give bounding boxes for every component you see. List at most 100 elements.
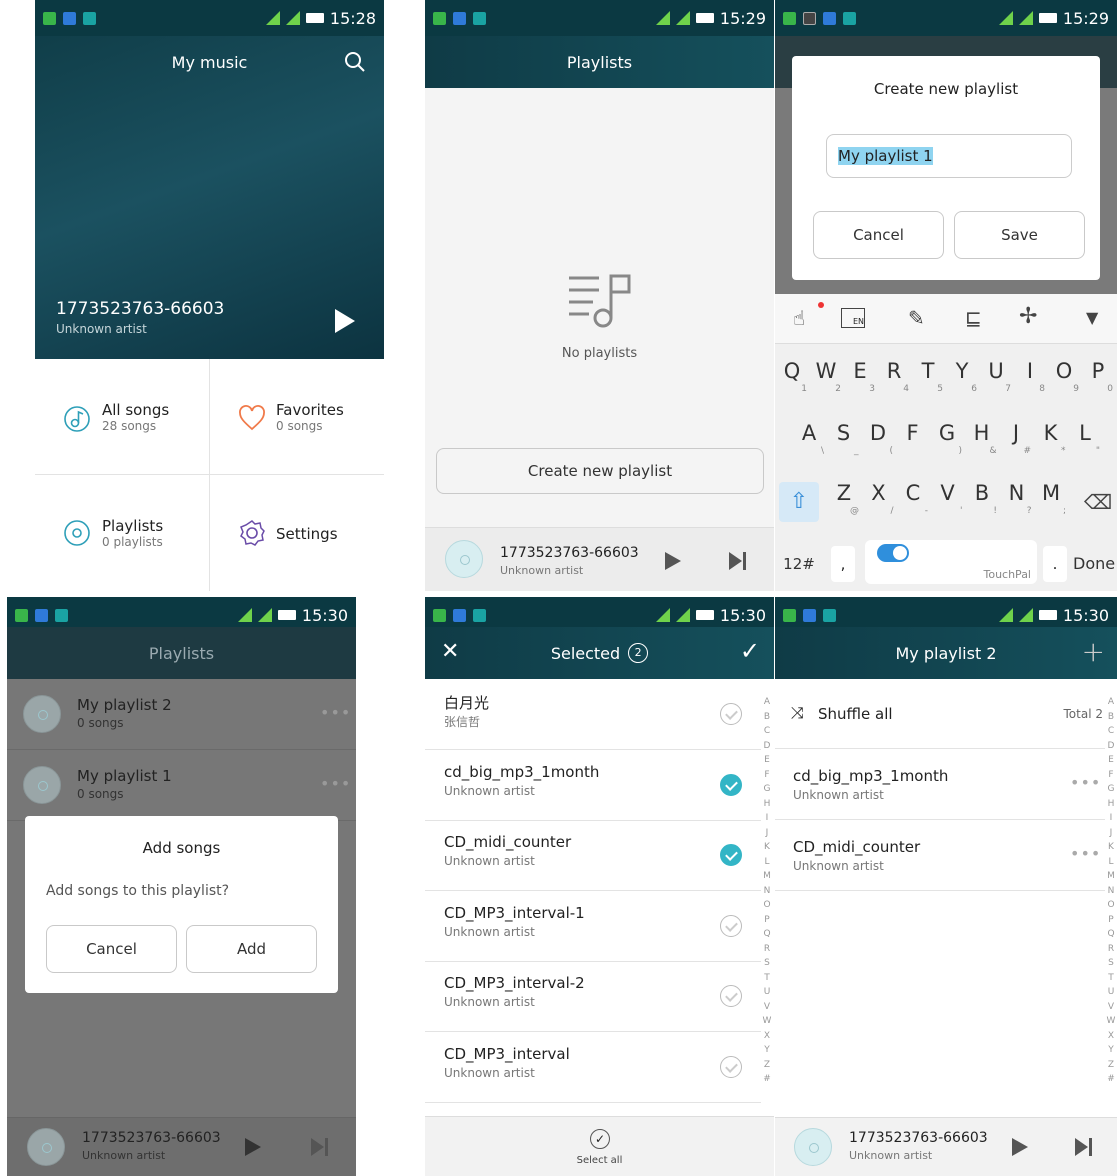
key-r[interactable]: R4 <box>879 352 909 396</box>
index-letter[interactable]: F <box>1105 770 1117 781</box>
index-letter[interactable]: O <box>761 900 773 911</box>
index-letter[interactable]: G <box>761 784 773 795</box>
key-u[interactable]: U7 <box>981 352 1011 396</box>
index-letter[interactable]: Z <box>1105 1060 1117 1071</box>
next-icon[interactable] <box>311 1138 331 1156</box>
index-letter[interactable]: Y <box>1105 1045 1117 1056</box>
index-letter[interactable]: T <box>761 973 773 984</box>
index-letter[interactable]: K <box>761 842 773 853</box>
song-row[interactable]: CD_midi_counter Unknown artist <box>425 820 761 891</box>
index-letter[interactable]: C <box>761 726 773 737</box>
index-letter[interactable]: X <box>1105 1031 1117 1042</box>
key-a[interactable]: A \ <box>794 414 824 458</box>
index-letter[interactable]: N <box>761 886 773 897</box>
backspace-key[interactable]: ⌫ <box>1081 482 1115 522</box>
select-checkbox[interactable] <box>720 773 742 796</box>
index-letter[interactable]: W <box>1105 1016 1117 1027</box>
index-letter[interactable]: S <box>1105 958 1117 969</box>
index-letter[interactable]: D <box>761 741 773 752</box>
settings-tile[interactable]: Settings <box>210 475 384 591</box>
playlist-item[interactable]: My playlist 1 0 songs ••• <box>7 750 356 821</box>
select-checkbox[interactable] <box>720 985 742 1007</box>
index-letter[interactable]: E <box>761 755 773 766</box>
index-letter[interactable]: O <box>1105 900 1117 911</box>
index-letter[interactable]: Z <box>761 1060 773 1071</box>
key-v[interactable]: V ' <box>933 474 962 518</box>
key-d[interactable]: D( <box>863 414 893 458</box>
key-n[interactable]: N? <box>1002 474 1032 518</box>
done-key[interactable]: Done <box>1073 546 1117 582</box>
index-letter[interactable]: Q <box>761 929 773 940</box>
song-row[interactable]: CD_MP3_interval Unknown artist <box>425 1032 761 1103</box>
clipboard-icon[interactable]: ⊑ <box>965 306 982 330</box>
select-checkbox[interactable] <box>720 703 742 725</box>
playlists-tile[interactable]: Playlists 0 playlists <box>35 475 209 591</box>
close-icon[interactable]: ✕ <box>441 639 459 664</box>
key-s[interactable]: S _ <box>829 414 859 458</box>
more-icon[interactable]: ••• <box>320 774 351 793</box>
index-letter[interactable]: U <box>1105 987 1117 998</box>
index-letter[interactable]: I <box>761 813 773 824</box>
key-j[interactable]: J # <box>1001 414 1031 458</box>
index-letter[interactable]: N <box>1105 886 1117 897</box>
playlist-name-input[interactable]: My playlist 1 <box>826 134 1072 178</box>
cancel-button[interactable]: Cancel <box>46 925 177 973</box>
playlist-item[interactable]: My playlist 2 0 songs ••• <box>7 679 356 750</box>
search-icon[interactable] <box>344 51 366 73</box>
index-letter[interactable]: B <box>1105 712 1117 723</box>
index-letter[interactable]: K <box>1105 842 1117 853</box>
index-letter[interactable]: H <box>761 799 773 810</box>
song-row[interactable]: CD_MP3_interval-1 Unknown artist <box>425 891 761 962</box>
key-p[interactable]: P0 <box>1083 352 1113 396</box>
create-playlist-button[interactable]: Create new playlist <box>436 448 764 494</box>
symbols-key[interactable]: 12# <box>779 546 819 582</box>
song-row[interactable]: CD_MP3_interval-2 Unknown artist <box>425 961 761 1032</box>
index-letter[interactable]: E <box>1105 755 1117 766</box>
key-z[interactable]: Z @ <box>829 474 859 518</box>
index-letter[interactable]: Y <box>761 1045 773 1056</box>
index-letter[interactable]: M <box>1105 871 1117 882</box>
index-letter[interactable]: X <box>761 1031 773 1042</box>
index-letter[interactable]: S <box>761 958 773 969</box>
song-row[interactable]: 白月光 张信哲 <box>425 679 761 750</box>
more-icon[interactable]: ••• <box>1070 844 1101 863</box>
index-letter[interactable]: D <box>1105 741 1117 752</box>
index-letter[interactable]: Q <box>1105 929 1117 940</box>
index-letter[interactable]: J <box>1105 828 1117 839</box>
index-letter[interactable]: V <box>761 1002 773 1013</box>
select-checkbox[interactable] <box>720 844 742 866</box>
index-letter[interactable]: # <box>1105 1074 1117 1085</box>
song-row[interactable]: cd_big_mp3_1month Unknown artist ••• <box>775 749 1105 820</box>
layout-icon[interactable]: EN <box>841 308 865 328</box>
all-songs-tile[interactable]: All songs 28 songs <box>35 359 209 474</box>
key-q[interactable]: Q1 <box>777 352 807 396</box>
key-l[interactable]: L " <box>1070 414 1100 458</box>
key-c[interactable]: C- <box>898 474 928 518</box>
save-button[interactable]: Save <box>954 211 1085 259</box>
select-all-bar[interactable]: ✓ Select all <box>425 1116 774 1176</box>
play-icon[interactable] <box>1012 1138 1028 1156</box>
index-letter[interactable]: J <box>761 828 773 839</box>
key-h[interactable]: H & <box>967 414 997 458</box>
shift-key[interactable]: ⇧ <box>779 482 819 522</box>
index-letter[interactable]: U <box>761 987 773 998</box>
index-letter[interactable]: T <box>1105 973 1117 984</box>
edit-icon[interactable]: ✎ <box>908 306 925 330</box>
index-letter[interactable]: F <box>761 770 773 781</box>
add-icon[interactable]: + <box>1082 635 1105 668</box>
index-letter[interactable]: A <box>761 697 773 708</box>
comma-key[interactable]: , <box>831 546 855 582</box>
period-key[interactable]: . <box>1043 546 1067 582</box>
key-i[interactable]: I8 <box>1015 352 1045 396</box>
plugin-icon[interactable]: ✢ <box>1019 304 1037 329</box>
confirm-check-icon[interactable]: ✓ <box>740 637 760 665</box>
next-icon[interactable] <box>1075 1138 1095 1156</box>
index-letter[interactable]: R <box>1105 944 1117 955</box>
index-letter[interactable]: G <box>1105 784 1117 795</box>
index-letter[interactable]: V <box>1105 1002 1117 1013</box>
index-letter[interactable]: # <box>761 1074 773 1085</box>
index-letter[interactable]: C <box>1105 726 1117 737</box>
key-k[interactable]: K * <box>1036 414 1066 458</box>
gesture-icon[interactable]: ☝ <box>793 306 805 330</box>
add-button[interactable]: Add <box>186 925 317 973</box>
